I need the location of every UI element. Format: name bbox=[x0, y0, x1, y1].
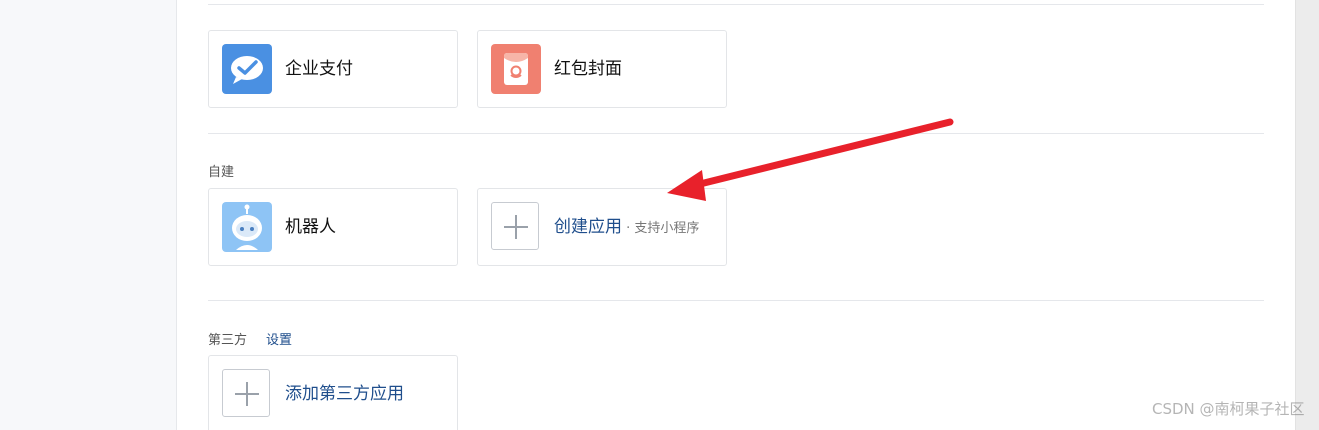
plus-icon bbox=[222, 369, 270, 417]
third-party-settings-link[interactable]: 设置 bbox=[266, 329, 292, 348]
enterprise-pay-icon bbox=[222, 44, 272, 94]
plus-icon bbox=[491, 202, 539, 250]
section-divider bbox=[208, 300, 1264, 301]
app-card-title: 红包封面 bbox=[554, 59, 622, 79]
left-sidebar bbox=[0, 0, 177, 430]
create-app-card[interactable]: 创建应用 · 支持小程序 bbox=[477, 188, 727, 266]
section-divider bbox=[208, 4, 1264, 5]
add-third-party-app-label: 添加第三方应用 bbox=[285, 384, 404, 404]
app-card-robot[interactable]: 机器人 bbox=[208, 188, 458, 266]
section-divider bbox=[208, 133, 1264, 134]
app-card-title: 机器人 bbox=[285, 217, 336, 237]
app-card-red-packet[interactable]: 红包封面 bbox=[477, 30, 727, 108]
robot-icon bbox=[222, 202, 272, 252]
add-third-party-app-card[interactable]: 添加第三方应用 bbox=[208, 355, 458, 430]
section-label-third-party: 第三方 bbox=[208, 333, 248, 348]
section-label-custom: 自建 bbox=[208, 165, 235, 180]
create-app-title: 创建应用 · 支持小程序 bbox=[554, 189, 699, 265]
red-packet-icon bbox=[491, 44, 541, 94]
scrollbar[interactable] bbox=[1295, 0, 1319, 430]
app-card-enterprise-pay[interactable]: 企业支付 bbox=[208, 30, 458, 108]
create-app-label: 创建应用 bbox=[554, 217, 622, 237]
watermark: CSDN @南柯果子社区 bbox=[1152, 400, 1305, 418]
create-app-subtitle: · 支持小程序 bbox=[622, 221, 700, 236]
app-card-title: 企业支付 bbox=[285, 59, 353, 79]
